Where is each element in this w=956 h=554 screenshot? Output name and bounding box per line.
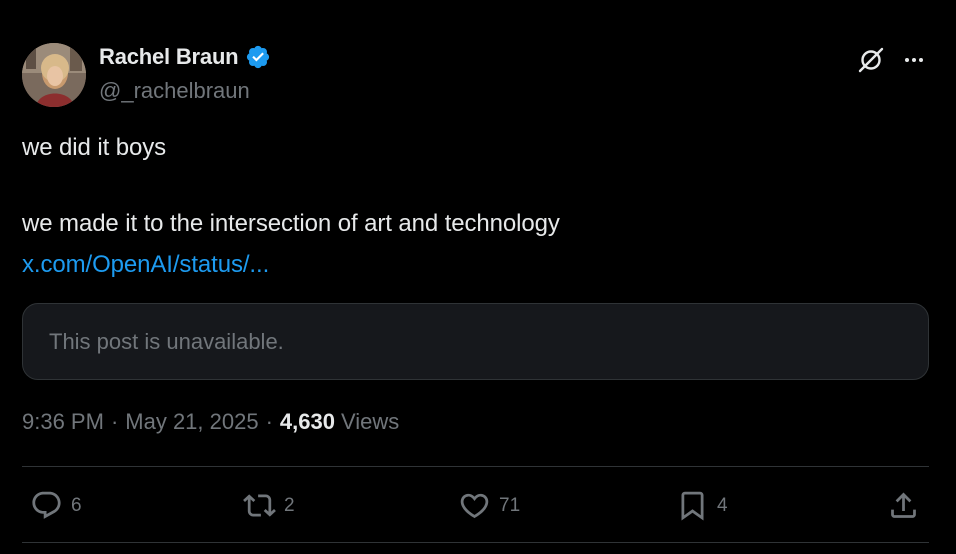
meta-separator: · (265, 409, 273, 434)
avatar-image (22, 43, 86, 107)
unavailable-message: This post is unavailable. (49, 328, 284, 354)
verified-badge-icon[interactable] (245, 44, 271, 70)
share-icon (891, 492, 916, 518)
divider-bottom (22, 542, 929, 543)
post-time[interactable]: 9:36 PM (22, 409, 104, 435)
author-display-name[interactable]: Rachel Braun (99, 44, 239, 70)
repost-count: 2 (284, 494, 295, 516)
reply-button[interactable]: 6 (30, 489, 82, 522)
reply-icon (32, 491, 61, 519)
reply-count: 6 (71, 494, 82, 516)
post-date[interactable]: May 21, 2025 (125, 409, 258, 435)
like-button[interactable]: 71 (458, 489, 520, 522)
repost-icon (243, 494, 276, 517)
post-text-line2: we made it to the intersection of art an… (22, 210, 560, 237)
author-handle[interactable]: @_rachelbraun (99, 78, 250, 104)
like-count: 71 (499, 494, 521, 516)
share-button[interactable] (887, 489, 920, 522)
bookmark-count: 4 (717, 494, 728, 516)
author-name-row: Rachel Braun (99, 44, 271, 70)
divider-top (22, 466, 929, 467)
avatar[interactable] (22, 43, 86, 107)
post-text-line1: we did it boys (22, 134, 167, 161)
post-link[interactable]: x.com/OpenAI/status/... (22, 251, 269, 279)
quoted-post-unavailable: This post is unavailable. (22, 303, 929, 380)
meta-separator: · (110, 409, 119, 434)
views-count: 4,630 (279, 409, 335, 434)
post-meta: 9:36 PM · May 21, 2025 · 4,630 Views (22, 409, 399, 435)
views-label: Views (340, 409, 400, 434)
grok-icon[interactable] (856, 45, 886, 75)
bookmark-icon (681, 491, 704, 521)
repost-button[interactable]: 2 (243, 489, 295, 522)
like-icon (460, 493, 489, 519)
more-icon[interactable] (900, 48, 928, 72)
bookmark-button[interactable]: 4 (676, 489, 728, 522)
